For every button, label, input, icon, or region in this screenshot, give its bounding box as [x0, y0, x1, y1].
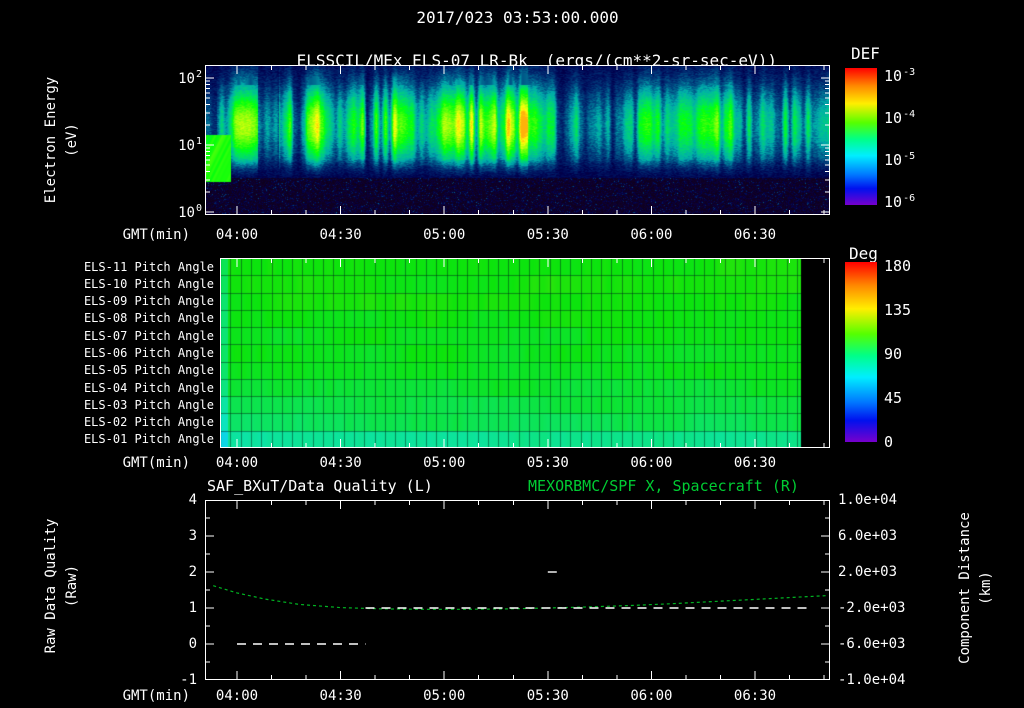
- pitch-row-label: ELS-06 Pitch Angle: [83, 346, 214, 360]
- ytick-label: -2.0e+03: [838, 600, 906, 616]
- xtick-label: 04:30: [319, 227, 362, 243]
- pitch-row-label: ELS-09 Pitch Angle: [83, 294, 214, 309]
- deg-colorbar: [845, 262, 877, 442]
- plot-timestamp: 2017/023 03:53:00.000: [416, 8, 619, 27]
- gmt-axis-label: GMT(min): [122, 455, 190, 471]
- xtick-label: 05:00: [423, 227, 466, 243]
- colorbar-tick-label: 90: [884, 345, 903, 363]
- colorbar-tick-label: 135: [884, 301, 912, 319]
- pitch-row-label: ELS-07 Pitch Angle: [83, 328, 214, 343]
- gmt-axis-label: GMT(min): [122, 227, 190, 243]
- def-colorbar-label: DEF: [851, 44, 880, 63]
- xtick-label: 04:00: [215, 455, 259, 471]
- xtick-label: 06:30: [733, 227, 777, 243]
- xtick-label: 05:00: [423, 455, 466, 471]
- xtick-label: 06:30: [733, 455, 777, 471]
- colorbar-tick-label: 10-5: [884, 151, 916, 169]
- ytick-label: 2: [188, 564, 197, 580]
- pitch-row-label: ELS-10 Pitch Angle: [83, 276, 214, 291]
- xtick-label: 04:00: [215, 688, 259, 704]
- pitch-row-label: ELS-08 Pitch Angle: [83, 311, 214, 326]
- xtick-label: 06:00: [630, 688, 673, 704]
- ytick-label: -1.0e+04: [838, 672, 906, 688]
- xtick-label: 06:00: [630, 227, 673, 243]
- deg-colorbar-label: Deg: [849, 244, 878, 263]
- pitch-row-label: ELS-01 Pitch Angle: [83, 432, 214, 447]
- ytick-label: -1: [180, 672, 197, 688]
- distance-ylabel-line1: Component Distance: [957, 512, 973, 664]
- xtick-label: 05:30: [526, 688, 569, 704]
- colorbar-tick-label: 10-6: [884, 193, 916, 211]
- timeseries-axes: [205, 500, 830, 680]
- distance-ylabel-line2: (km): [978, 571, 994, 605]
- xtick-label: 06:30: [733, 688, 777, 704]
- pitch-row-label: ELS-02 Pitch Angle: [83, 415, 214, 430]
- pitch-row-label: ELS-05 Pitch Angle: [83, 363, 214, 378]
- xtick-label: 05:30: [526, 227, 569, 243]
- ytick-label: 100: [178, 203, 202, 221]
- xtick-label: 05:00: [423, 688, 466, 704]
- right-series-title: MEXORBMC/SPF X, Spacecraft (R): [528, 477, 799, 495]
- xtick-label: 06:00: [630, 455, 673, 471]
- colorbar-tick-label: 10-4: [884, 109, 916, 127]
- ytick-label: 2.0e+03: [838, 564, 898, 580]
- quality-y-axis-label: Raw Data Quality (Raw): [41, 519, 83, 654]
- spectrogram-ylabel-line1: Electron Energy: [43, 76, 59, 204]
- xtick-label: 04:30: [319, 455, 362, 471]
- colorbar-tick-label: 10-3: [884, 67, 916, 85]
- ytick-label: 1.0e+04: [838, 492, 898, 508]
- def-colorbar: [845, 68, 877, 205]
- pitch-row-label: ELS-11 Pitch Angle: [83, 259, 214, 274]
- ytick-label: 3: [188, 528, 197, 544]
- left-series-title: SAF_BXuT/Data Quality (L): [207, 477, 433, 495]
- spectrogram-ylabel-line2: (eV): [64, 123, 80, 157]
- ytick-label: 4: [188, 492, 197, 508]
- gmt-axis-label: GMT(min): [122, 688, 190, 704]
- spectrogram-y-axis-label: Electron Energy (eV): [41, 77, 83, 203]
- colorbar-tick-label: 180: [884, 257, 912, 275]
- quicklook-plot-page: 2017/023 03:53:00.000 ELSSCIL/MEx ELS-07…: [0, 0, 1024, 708]
- ytick-label: 101: [178, 136, 202, 154]
- colorbar-tick-label: 45: [884, 389, 903, 407]
- pitch-row-label: ELS-03 Pitch Angle: [83, 397, 214, 412]
- ytick-label: 1: [188, 600, 197, 616]
- spectrogram-axes: [205, 65, 830, 215]
- pitch-row-label: ELS-04 Pitch Angle: [83, 380, 214, 395]
- ytick-label: 6.0e+03: [838, 528, 898, 544]
- xtick-label: 04:00: [215, 227, 259, 243]
- colorbar-tick-label: 0: [884, 433, 894, 451]
- ytick-label: -6.0e+03: [838, 636, 906, 652]
- ytick-label: 0: [188, 636, 197, 652]
- pitch-axes: [220, 258, 830, 448]
- quality-ylabel-line1: Raw Data Quality: [43, 518, 59, 654]
- ytick-label: 102: [178, 69, 202, 87]
- distance-y-axis-label: Component Distance (km): [955, 512, 997, 664]
- quality-ylabel-line2: (Raw): [64, 564, 80, 608]
- xtick-label: 05:30: [526, 455, 569, 471]
- xtick-label: 04:30: [319, 688, 362, 704]
